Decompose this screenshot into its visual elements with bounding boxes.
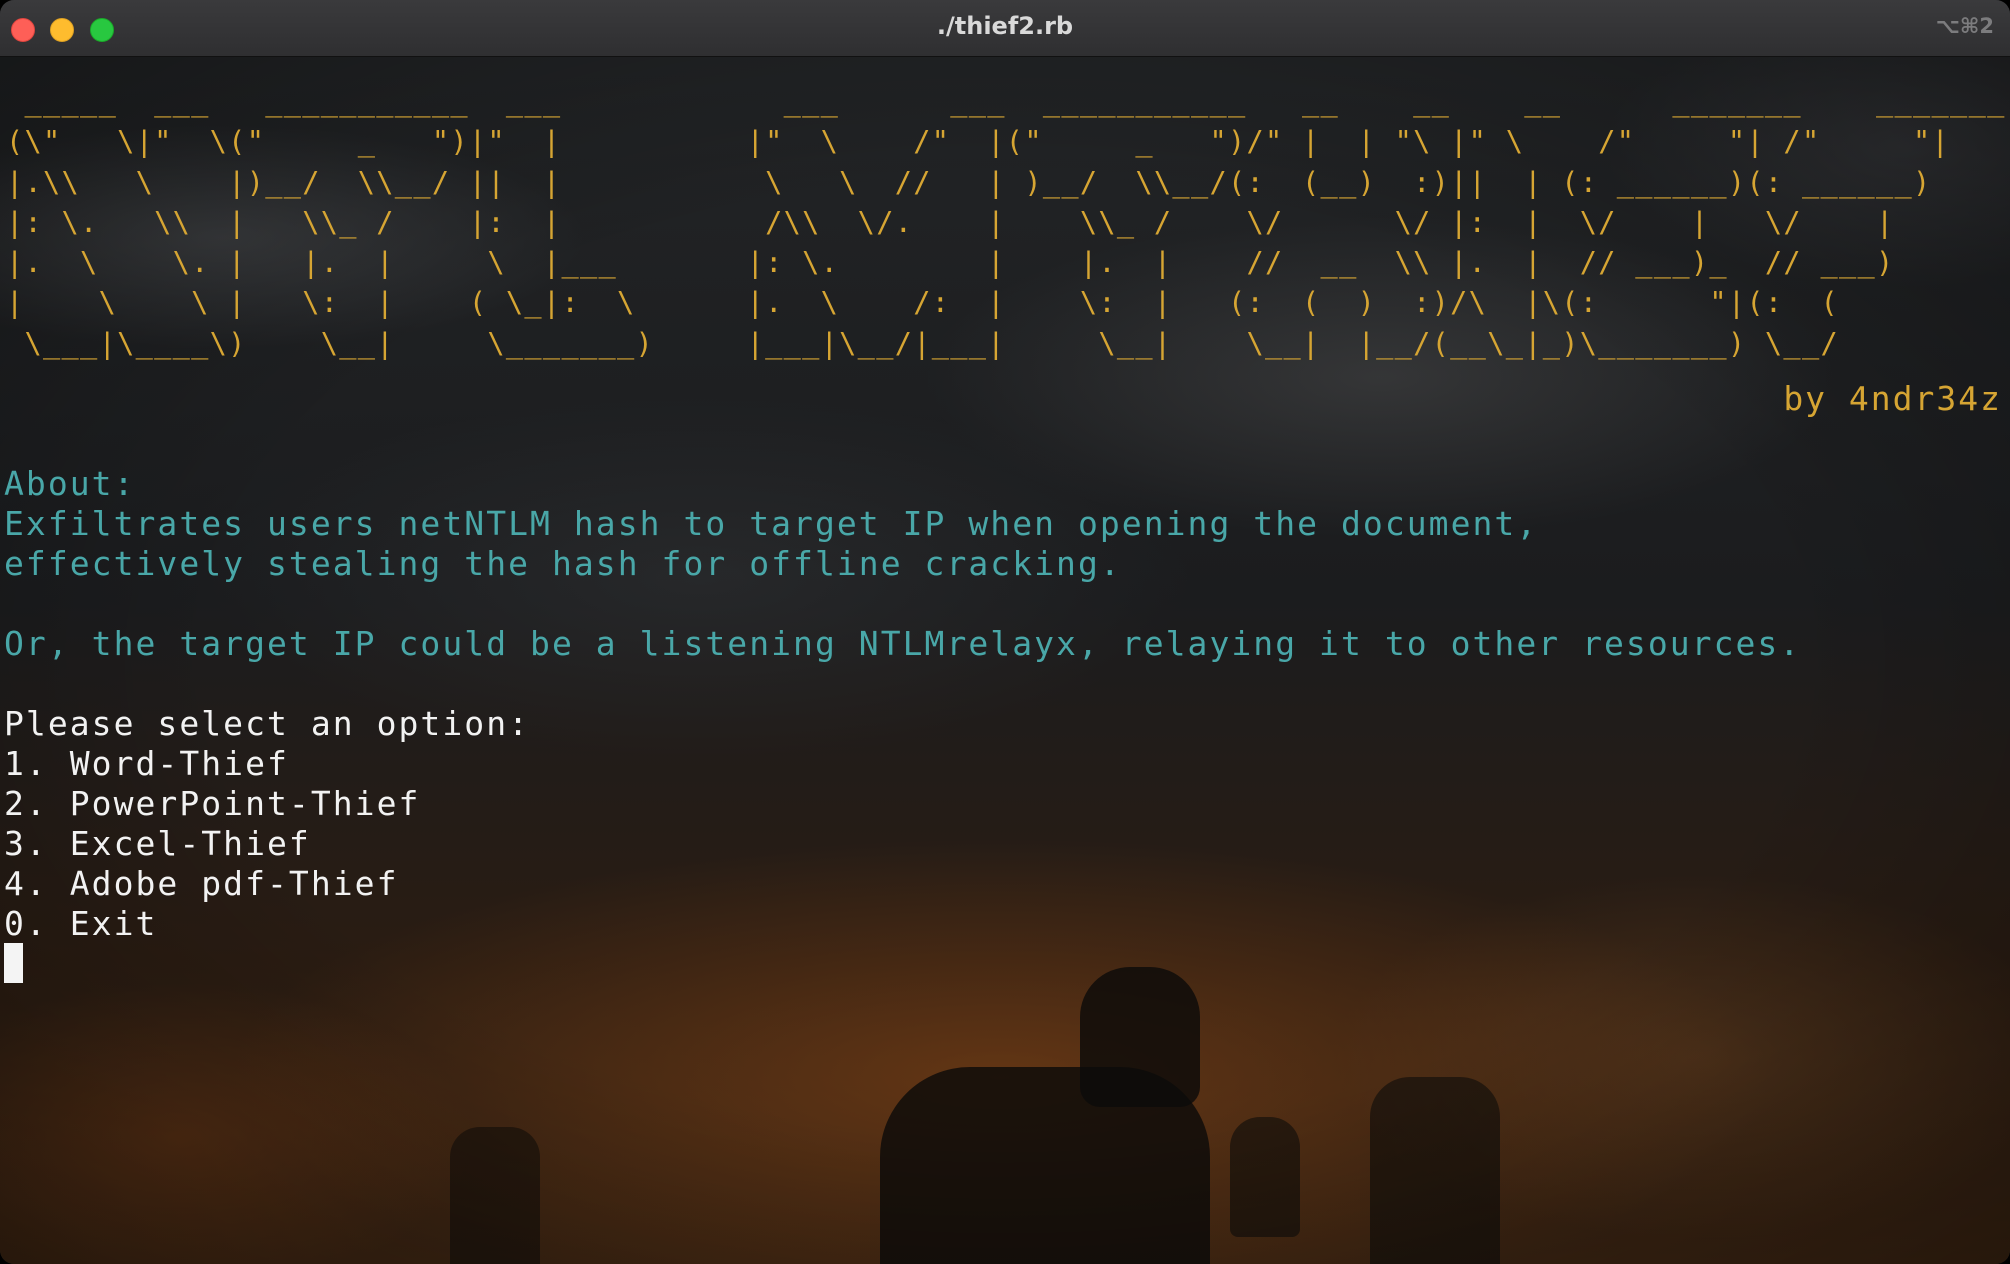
terminal-area[interactable]: _____ ___ ___________ ___ ___ ___ ______…: [0, 57, 2010, 1264]
title-bar[interactable]: ./thief2.rb ⌥⌘2: [0, 0, 2010, 57]
terminal-window: ./thief2.rb ⌥⌘2 _____ ___ ___________ __…: [0, 0, 2010, 1264]
menu-option-word-thief: 1. Word-Thief: [4, 744, 289, 783]
menu-option-excel-thief: 3. Excel-Thief: [4, 824, 311, 863]
keyboard-shortcut-label: ⌥⌘2: [1935, 14, 1994, 38]
menu-prompt: Please select an option:: [4, 704, 531, 743]
relay-note: Or, the target IP could be a listening N…: [4, 624, 1802, 663]
about-description-line: effectively stealing the hash for offlin…: [4, 544, 1122, 583]
ascii-banner: _____ ___ ___________ ___ ___ ___ ______…: [6, 84, 2006, 360]
terminal-output: _____ ___ ___________ ___ ___ ___ ______…: [0, 57, 2010, 1264]
about-description-line: Exfiltrates users netNTLM hash to target…: [4, 504, 1539, 543]
menu-option-exit: 0. Exit: [4, 904, 158, 943]
about-heading: About:: [4, 464, 136, 503]
window-title: ./thief2.rb: [936, 12, 1074, 40]
menu-option-adobe-pdf-thief: 4. Adobe pdf-Thief: [4, 864, 399, 903]
author-credit: by 4ndr34z: [1783, 379, 2002, 418]
menu-option-powerpoint-thief: 2. PowerPoint-Thief: [4, 784, 421, 823]
text-cursor[interactable]: [4, 943, 23, 983]
